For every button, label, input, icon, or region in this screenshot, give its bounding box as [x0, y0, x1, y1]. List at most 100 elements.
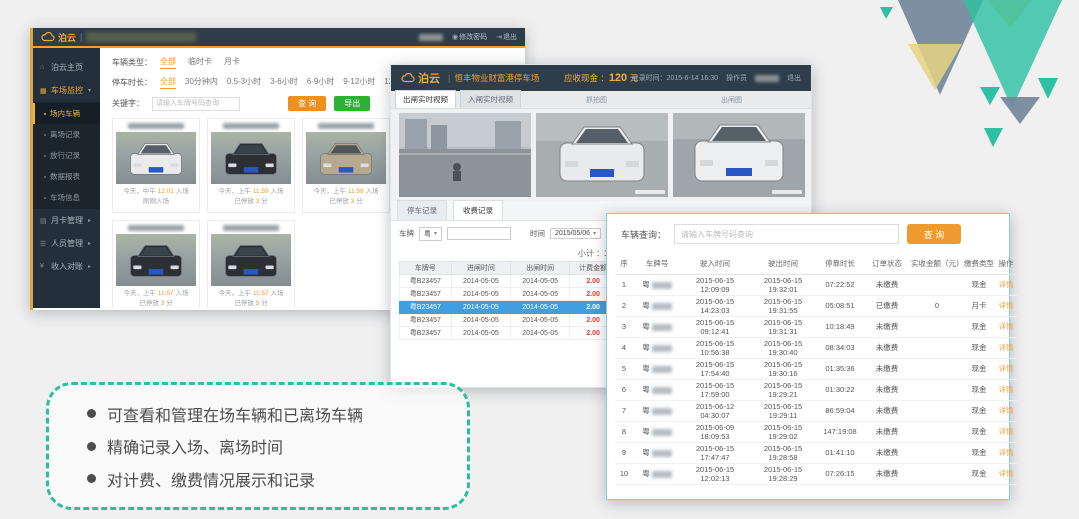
entry-time-line: 今天，上午 11:57 入场 — [211, 289, 291, 299]
vehicle-card-2[interactable]: 今天，上午 11:58 入场已停放 3 分 — [302, 118, 390, 213]
keyword-input[interactable] — [152, 97, 240, 111]
query-record-row: 7粤2015-06-12 04:30:072015-06-15 19:29:11… — [615, 400, 1017, 421]
exit-gate-photo[interactable] — [673, 113, 805, 197]
sidebar-item-0[interactable]: ⌂泊云主页 — [33, 56, 100, 79]
vehicle-card-1[interactable]: 今天，上午 11:59 入场已停放 3 分 — [207, 118, 295, 213]
video-tab-0[interactable]: 出闸实时视频 — [395, 90, 456, 108]
gate-in-time-cell: 2014-05-05 — [451, 301, 510, 314]
query-table-header-row: 序车牌号驶入时间驶出时间停靠时长订单状态实收金额（元）缴费类型操作 — [615, 254, 1017, 274]
sidebar-item-2[interactable]: ▤月卡管理▸ — [33, 209, 100, 232]
gate-brand-name: 泊云 — [418, 70, 440, 86]
sidebar: ⌂泊云主页▦车场监控▾场内车辆离场记录放行记录数据报表车场信息▤月卡管理▸☰人员… — [33, 48, 100, 308]
action-cell: 详情 — [995, 358, 1017, 379]
operator-label: 操作员 — [726, 73, 747, 83]
duration-option-0[interactable]: 全部 — [160, 76, 176, 89]
vehicle-type-option-1[interactable]: 临时卡 — [188, 56, 212, 69]
vehicle-card-0[interactable]: 今天，中午 12:01 入场刚刚入场 — [112, 118, 200, 213]
vehicle-type-option-2[interactable]: 月卡 — [224, 56, 240, 69]
order-status-cell: 已缴费 — [863, 295, 911, 316]
search-button[interactable]: 查 询 — [288, 96, 326, 111]
sidebar-item-3[interactable]: ☰人员管理▸ — [33, 232, 100, 255]
vehicle-type-option-0[interactable]: 全部 — [160, 56, 176, 69]
order-status-cell: 未缴费 — [863, 316, 911, 337]
gate-plate-cell: 粤B23457 — [400, 288, 452, 301]
detail-link[interactable]: 详情 — [999, 280, 1014, 289]
query-search-button[interactable]: 查 询 — [907, 224, 961, 244]
detail-link[interactable]: 详情 — [999, 301, 1014, 310]
vehicle-card-4[interactable]: 今天，上午 11:57 入场已停放 3 分 — [112, 220, 200, 308]
duration-option-4[interactable]: 6-9小时 — [307, 76, 335, 89]
gate-record-row[interactable]: 粤B234572014-05-052014-05-052.00 — [400, 275, 617, 288]
plate-redacted — [652, 345, 672, 352]
detail-link[interactable]: 详情 — [999, 427, 1014, 436]
duration-option-2[interactable]: 0.5-3小时 — [227, 76, 261, 89]
camera-overlay-text — [635, 190, 665, 194]
logout-link[interactable]: ⇥退出 — [496, 32, 517, 42]
detail-link[interactable]: 详情 — [999, 364, 1014, 373]
live-video-feed[interactable] — [399, 113, 531, 197]
duration-option-1[interactable]: 30分钟内 — [185, 76, 218, 89]
detail-link[interactable]: 详情 — [999, 343, 1014, 352]
query-search-input[interactable] — [674, 224, 899, 244]
sidebar-item-1[interactable]: ▦车场监控▾ — [33, 79, 100, 102]
entry-time-cell: 2015-06-15 09:12:41 — [681, 316, 749, 337]
vehicle-card-caption: 今天，上午 11:57 入场已停放 3 分 — [116, 289, 196, 308]
gate-record-row[interactable]: 粤B234572014-05-052014-05-052.00 — [400, 288, 617, 301]
gate-topbar-right: 登录时间：2015-6-14 16:30 操作员 退出 — [632, 73, 801, 83]
query-results-table: 序车牌号驶入时间驶出时间停靠时长订单状态实收金额（元）缴费类型操作 1粤2015… — [615, 254, 1017, 485]
parking-lot-name: 恒丰物业财富港停车场 — [454, 72, 539, 84]
duration-option-3[interactable]: 3-6小时 — [270, 76, 298, 89]
vehicle-type-label: 车辆类型： — [112, 57, 152, 68]
province-select[interactable]: 粤 — [419, 227, 442, 241]
home-icon: ⌂ — [40, 64, 48, 71]
plate-redacted — [652, 450, 672, 457]
entry-time-line: 今天，中午 12:01 入场 — [116, 187, 196, 197]
plate-number-input[interactable] — [447, 227, 511, 240]
change-password-link[interactable]: ◉修改密码 — [452, 32, 487, 42]
detail-link[interactable]: 详情 — [999, 448, 1014, 457]
video-tab-1[interactable]: 入闸实时视频 — [460, 90, 521, 108]
date-from-select[interactable]: 2015/05/06 — [550, 228, 601, 239]
duration-option-5[interactable]: 9-12小时 — [343, 76, 375, 89]
vehicle-photo — [116, 132, 196, 184]
keyword-label: 关键字： — [112, 98, 144, 109]
row-index-cell: 8 — [615, 421, 633, 442]
plate-redacted — [652, 282, 672, 289]
sidebar-item-4[interactable]: ¥收入对账▸ — [33, 255, 100, 278]
gate-column-header: 进闸时间 — [451, 262, 510, 275]
exit-time-cell: 2015-06-15 19:30:16 — [749, 358, 817, 379]
sidebar-subitem-2[interactable]: 放行记录 — [33, 145, 100, 166]
gate-record-row[interactable]: 粤B234572014-05-052014-05-052.00 — [400, 327, 617, 340]
sidebar-subitem-1[interactable]: 离场记录 — [33, 124, 100, 145]
snapshot-photo[interactable] — [536, 113, 668, 197]
gate-record-row[interactable]: 粤B234572014-05-052014-05-052.00 — [400, 301, 617, 314]
detail-link[interactable]: 详情 — [999, 322, 1014, 331]
entry-time-cell: 2015-06-15 10:56:38 — [681, 337, 749, 358]
gate-topbar: 泊云 | 恒丰物业财富港停车场 应收现金 ：120 元 登录时间：2015-6-… — [391, 65, 811, 91]
gate-logout-link[interactable]: 退出 — [787, 73, 801, 83]
query-record-row: 5粤2015-06-15 17:54:402015-06-15 19:30:16… — [615, 358, 1017, 379]
vehicle-card-5[interactable]: 今天，上午 11:57 入场已停放 5 分 — [207, 220, 295, 308]
pay-type-cell: 现金 — [963, 316, 995, 337]
detail-link[interactable]: 详情 — [999, 469, 1014, 478]
detail-link[interactable]: 详情 — [999, 385, 1014, 394]
query-record-row: 1粤2015-06-15 12:09:092015-06-15 19:32:01… — [615, 274, 1017, 295]
callout-bullet-text: 对计费、缴费情况展示和记录 — [107, 467, 315, 491]
pay-type-cell: 现金 — [963, 358, 995, 379]
sidebar-subitem-0[interactable]: 场内车辆 — [33, 103, 100, 124]
bullet-dot-icon — [87, 442, 96, 451]
parked-minutes-value: 3 — [161, 300, 165, 307]
export-button[interactable]: 导出 — [334, 96, 370, 111]
gate-record-row[interactable]: 粤B234572014-05-052014-05-052.00 — [400, 314, 617, 327]
order-status-cell: 未缴费 — [863, 463, 911, 484]
sidebar-subitem-3[interactable]: 数据报表 — [33, 166, 100, 187]
plate-cell: 粤 — [633, 316, 681, 337]
sidebar-subitem-4[interactable]: 车场信息 — [33, 187, 100, 208]
entry-time-value: 11:59 — [253, 188, 269, 195]
order-status-cell: 未缴费 — [863, 421, 911, 442]
duration-cell: 147:19:08 — [817, 421, 863, 442]
order-status-cell: 未缴费 — [863, 337, 911, 358]
detail-link[interactable]: 详情 — [999, 406, 1014, 415]
record-tab-0[interactable]: 停车记录 — [397, 200, 447, 220]
record-tab-1[interactable]: 收费记录 — [453, 200, 503, 220]
